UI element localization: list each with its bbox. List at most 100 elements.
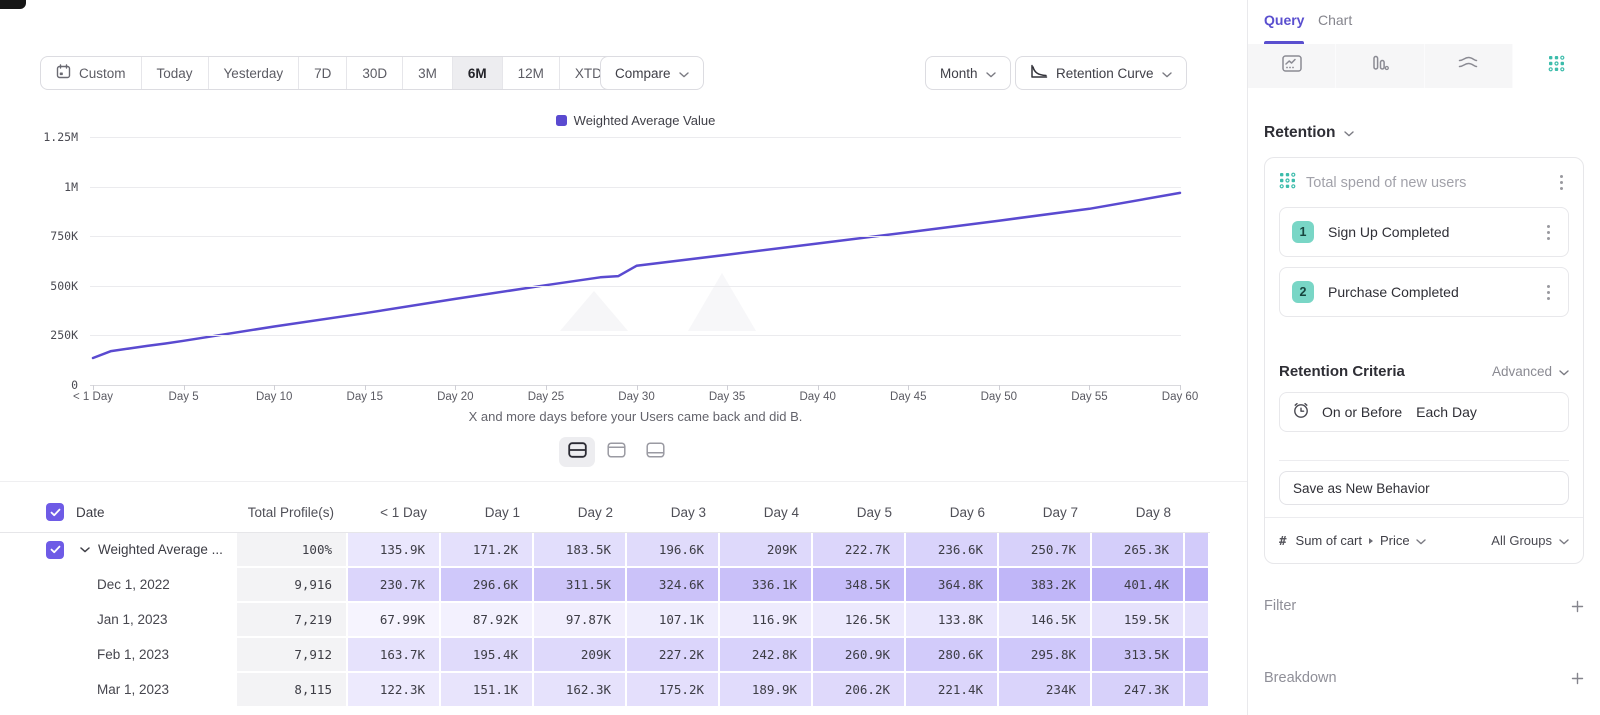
x-axis-label: Day 15 [323,391,407,403]
retention-value-cell[interactable]: 242.8K [720,638,813,673]
retention-value-cell[interactable]: 195.4K [441,638,534,673]
step-menu-button[interactable] [1541,282,1556,303]
retention-value-cell[interactable]: 336.1K [720,568,813,603]
retention-value-cell[interactable]: 280.6K [906,638,999,673]
tab-chart[interactable]: Chart [1318,12,1352,28]
retention-value-cell[interactable]: 162.3K [534,673,627,708]
table-header-cell[interactable]: Day 6 [906,492,999,533]
behavior-step[interactable]: 1Sign Up Completed [1279,207,1569,257]
expand-chevron-icon[interactable] [80,547,90,553]
retention-value-cell[interactable]: 383.2K [999,568,1092,603]
table-header-cell[interactable]: Day 3 [627,492,720,533]
criteria-mode-dropdown[interactable]: Advanced [1492,364,1569,379]
retention-value-cell[interactable]: 311.5K [534,568,627,603]
total-profiles-cell[interactable]: 100% [237,533,348,568]
row-checkbox[interactable] [46,541,64,559]
add-filter-button[interactable] [1571,600,1584,613]
x-axis-tick [184,385,185,390]
measurement-property-dropdown[interactable]: Sum of cart Price [1296,533,1426,548]
retention-value-cell[interactable]: 250.7K [999,533,1092,568]
table-header-cell[interactable]: Day 4 [720,492,813,533]
retention-value-cell[interactable]: 146.5K [999,603,1092,638]
retention-value-cell[interactable]: 189.9K [720,673,813,708]
retention-value-cell[interactable]: 222.7K [813,533,906,568]
main-content-area: CustomTodayYesterday7D30D3M6M12MXTD Comp… [0,0,1247,715]
total-profiles-cell[interactable]: 7,912 [237,638,348,673]
groups-dropdown[interactable]: All Groups [1491,533,1569,548]
total-profiles-cell[interactable]: 7,219 [237,603,348,638]
retention-value-cell[interactable]: 221.4K [906,673,999,708]
retention-value-cell[interactable]: 234K [999,673,1092,708]
retention-value-cell[interactable]: 295.8K [999,638,1092,673]
table-header-cell[interactable]: Day 2 [534,492,627,533]
retention-value-cell[interactable]: 230.7K [348,568,441,603]
select-all-checkbox[interactable] [46,503,64,521]
retention-chart[interactable]: Weighted Average Value X and more days b… [0,0,1247,480]
split-view-toggle-button[interactable] [559,437,595,467]
retention-value-cell[interactable]: 107.1K [627,603,720,638]
table-header-date[interactable]: Date [0,492,237,533]
report-tab-flows[interactable] [1425,44,1513,88]
retention-value-cell[interactable]: 135.9K [348,533,441,568]
retention-value-cell[interactable]: 209K [720,533,813,568]
report-section-heading[interactable]: Retention [1264,124,1584,142]
save-as-new-behavior-button[interactable]: Save as New Behavior [1279,471,1569,505]
retention-value-cell[interactable]: 247.3K [1092,673,1185,708]
tab-query[interactable]: Query [1264,12,1304,28]
retention-value-cell[interactable]: 163.7K [348,638,441,673]
retention-value-cell[interactable]: 133.8K [906,603,999,638]
table-header-cell[interactable]: Total Profile(s) [237,492,348,533]
retention-value-cell[interactable]: 206.2K [813,673,906,708]
chart-view-toggle-button[interactable] [598,437,634,467]
retention-value-cell[interactable]: 324.6K [627,568,720,603]
retention-value-cell[interactable]: 401.4K [1092,568,1185,603]
retention-value-cell[interactable]: 227.2K [627,638,720,673]
retention-value-cell[interactable]: 236.6K [906,533,999,568]
retention-value-cell[interactable]: 364.8K [906,568,999,603]
retention-value-cell[interactable]: 313.5K [1092,638,1185,673]
x-axis-label: Day 60 [1138,391,1222,403]
retention-value-cell[interactable]: 87.92K [441,603,534,638]
table-row-label[interactable]: Mar 1, 2023 [0,673,237,708]
retention-value-cell[interactable]: 296.6K [441,568,534,603]
table-header-cell[interactable]: Day 7 [999,492,1092,533]
retention-value-cell[interactable]: 265.3K [1092,533,1185,568]
retention-value-cell[interactable]: 122.3K [348,673,441,708]
table-row-label[interactable]: Feb 1, 2023 [0,638,237,673]
retention-value-cell[interactable]: 126.5K [813,603,906,638]
total-profiles-cell[interactable]: 8,115 [237,673,348,708]
retention-value-cell[interactable]: 171.2K [441,533,534,568]
table-view-toggle-button[interactable] [637,437,673,467]
retention-value-cell[interactable]: 175.2K [627,673,720,708]
table-header-cell[interactable]: < 1 Day [348,492,441,533]
report-tab-retention[interactable] [1513,44,1600,88]
table-header-cell[interactable]: Day 8 [1092,492,1185,533]
add-breakdown-button[interactable] [1571,672,1584,685]
table-row-label[interactable]: Weighted Average ... [0,533,237,568]
retention-value-cell[interactable]: 116.9K [720,603,813,638]
gridline [90,137,1181,138]
row-label-text: Jan 1, 2023 [0,612,168,627]
retention-value-cell[interactable]: 97.87K [534,603,627,638]
total-profiles-cell[interactable]: 9,916 [237,568,348,603]
table-row-label[interactable]: Jan 1, 2023 [0,603,237,638]
table-row-label[interactable]: Dec 1, 2022 [0,568,237,603]
report-tab-funnels[interactable] [1336,44,1424,88]
retention-value-cell[interactable]: 196.6K [627,533,720,568]
criteria-condition-row[interactable]: On or Before Each Day [1279,392,1569,432]
behavior-step[interactable]: 2Purchase Completed [1279,267,1569,317]
report-tab-insights[interactable] [1248,44,1336,88]
retention-line-chart-canvas[interactable] [0,0,1247,480]
step-menu-button[interactable] [1541,222,1556,243]
retention-value-cell[interactable]: 159.5K [1092,603,1185,638]
retention-value-cell[interactable]: 151.1K [441,673,534,708]
retention-curve-line[interactable] [93,193,1180,358]
retention-value-cell[interactable]: 67.99K [348,603,441,638]
retention-value-cell[interactable]: 348.5K [813,568,906,603]
table-header-cell[interactable]: Day 1 [441,492,534,533]
retention-value-cell[interactable]: 209K [534,638,627,673]
retention-value-cell[interactable]: 183.5K [534,533,627,568]
table-header-cell[interactable]: Day 5 [813,492,906,533]
behavior-menu-button[interactable] [1554,172,1569,193]
retention-value-cell[interactable]: 260.9K [813,638,906,673]
